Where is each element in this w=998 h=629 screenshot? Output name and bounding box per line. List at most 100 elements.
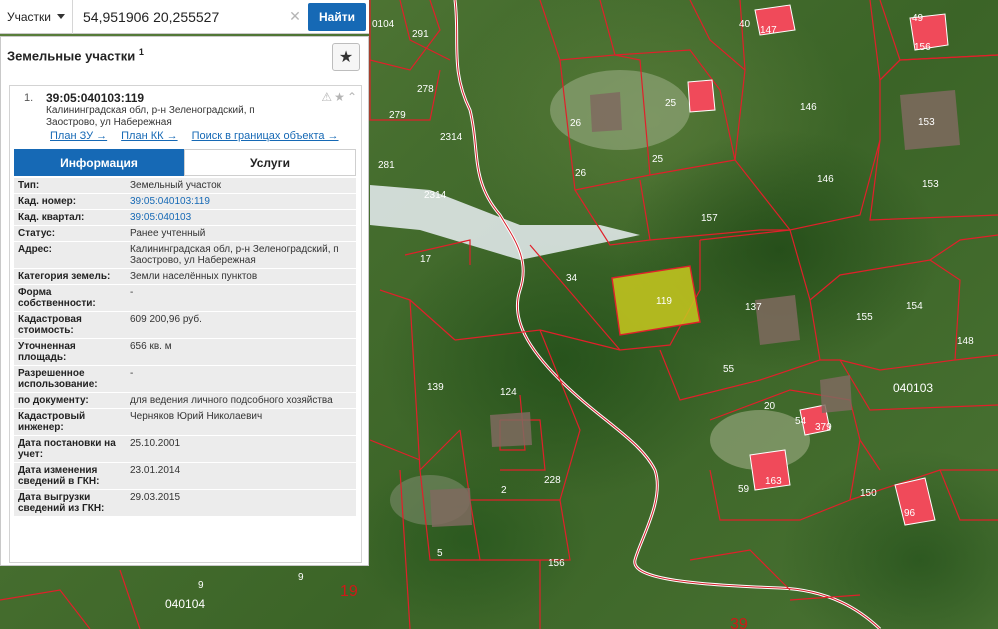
card-icons: ⚠ ★ ⌃ xyxy=(321,90,357,104)
attribute-row: Форма собственности: - xyxy=(14,285,356,311)
attribute-row: Кад. номер: 39:05:040103:119 xyxy=(14,194,356,209)
attribute-key: Тип: xyxy=(14,178,126,193)
attribute-link[interactable]: 39:05:040103 xyxy=(126,210,356,225)
svg-text:137: 137 xyxy=(745,302,762,313)
search-input[interactable] xyxy=(73,0,284,34)
svg-text:2314: 2314 xyxy=(440,132,463,143)
parcel-label-39: 39 xyxy=(730,616,748,629)
svg-text:154: 154 xyxy=(906,301,923,312)
svg-text:278: 278 xyxy=(417,84,434,95)
svg-text:25: 25 xyxy=(665,98,677,109)
link-search-within[interactable]: Поиск в границах объекта → xyxy=(192,130,339,142)
attribute-value: Земельный участок xyxy=(126,178,356,193)
link-plan-zu[interactable]: План ЗУ → xyxy=(50,130,107,142)
attribute-value: - xyxy=(126,366,356,392)
attribute-row: по документу: для ведения личного подсобн… xyxy=(14,393,356,408)
attribute-value: 23.01.2014 xyxy=(126,463,356,489)
attribute-row: Кадастровая стоимость: 609 200,96 руб. xyxy=(14,312,356,338)
result-index: 1. xyxy=(24,92,34,104)
tabs: Информация Услуги xyxy=(14,149,356,176)
attribute-key: Кад. номер: xyxy=(14,194,126,209)
svg-text:2: 2 xyxy=(501,485,507,496)
svg-text:26: 26 xyxy=(575,168,587,179)
attribute-value: для ведения личного подсобного хозяйства xyxy=(126,393,356,408)
attribute-key: Кад. квартал: xyxy=(14,210,126,225)
search-button[interactable]: Найти xyxy=(308,2,366,31)
chevron-down-icon xyxy=(57,14,65,19)
attribute-value: 656 кв. м xyxy=(126,339,356,365)
svg-text:9: 9 xyxy=(298,572,304,583)
svg-text:228: 228 xyxy=(544,475,561,486)
svg-text:155: 155 xyxy=(856,312,873,323)
parcel-label-19: 19 xyxy=(340,583,358,600)
tab-services[interactable]: Услуги xyxy=(184,149,356,176)
attribute-value: Калининградская обл, р-н Зеленоградский,… xyxy=(126,242,356,268)
search-type-dropdown[interactable]: Участки xyxy=(0,0,73,34)
attribute-key: Категория земель: xyxy=(14,269,126,284)
panel-title: Земельные участки 1 xyxy=(7,47,144,64)
attribute-row: Категория земель: Земли населённых пункто… xyxy=(14,269,356,284)
tab-information[interactable]: Информация xyxy=(14,149,184,176)
attribute-value: 25.10.2001 xyxy=(126,436,356,462)
svg-text:379: 379 xyxy=(815,422,832,433)
attribute-key: Дата выгрузки сведений из ГКН: xyxy=(14,490,126,516)
svg-text:153: 153 xyxy=(918,117,935,128)
svg-text:146: 146 xyxy=(800,102,817,113)
attribute-key: Уточненная площадь: xyxy=(14,339,126,365)
results-panel: Земельные участки 1 ★ 1. 39:05:040103:11… xyxy=(0,36,369,566)
attribute-key: Разрешенное использование: xyxy=(14,366,126,392)
svg-text:96: 96 xyxy=(904,508,916,519)
svg-text:156: 156 xyxy=(548,558,565,569)
svg-text:146: 146 xyxy=(817,174,834,185)
svg-text:291: 291 xyxy=(412,29,429,40)
attribute-value: Земли населённых пунктов xyxy=(126,269,356,284)
attribute-key: Дата изменения сведений в ГКН: xyxy=(14,463,126,489)
attribute-row: Уточненная площадь: 656 кв. м xyxy=(14,339,356,365)
search-type-label: Участки xyxy=(7,9,51,24)
attribute-row: Разрешенное использование: - xyxy=(14,366,356,392)
attributes-table: Тип: Земельный участок Кад. номер: 39:05:04… xyxy=(14,177,356,517)
search-bar: Участки ✕ Найти xyxy=(0,0,369,34)
attribute-row: Кад. квартал: 39:05:040103 xyxy=(14,210,356,225)
svg-text:40: 40 xyxy=(739,19,751,30)
chevron-up-icon[interactable]: ⌃ xyxy=(347,90,357,104)
favorites-button[interactable]: ★ xyxy=(332,43,360,71)
svg-text:55: 55 xyxy=(723,364,735,375)
attribute-key: Адрес: xyxy=(14,242,126,268)
attribute-row: Дата изменения сведений в ГКН: 23.01.2014 xyxy=(14,463,356,489)
star-icon[interactable]: ★ xyxy=(334,90,345,104)
attribute-row: Адрес: Калининградская обл, р-н Зеленогра… xyxy=(14,242,356,268)
attribute-value: 609 200,96 руб. xyxy=(126,312,356,338)
attribute-value: - xyxy=(126,285,356,311)
result-card[interactable]: 1. 39:05:040103:119 Калининградская обл,… xyxy=(9,85,362,563)
svg-text:156: 156 xyxy=(914,42,931,53)
attribute-row: Тип: Земельный участок xyxy=(14,178,356,193)
cadastral-number[interactable]: 39:05:040103:119 xyxy=(46,91,144,105)
selected-parcel-label: 119 xyxy=(656,296,672,307)
attribute-row: Дата выгрузки сведений из ГКН: 29.03.2015 xyxy=(14,490,356,516)
link-plan-kk[interactable]: План КК → xyxy=(121,130,177,142)
svg-text:49: 49 xyxy=(912,13,924,24)
attribute-key: Форма собственности: xyxy=(14,285,126,311)
card-links: План ЗУ → План КК → Поиск в границах объ… xyxy=(50,130,339,142)
svg-text:17: 17 xyxy=(420,254,432,265)
svg-text:139: 139 xyxy=(427,382,444,393)
quarter-label: 040104 xyxy=(165,597,205,611)
attribute-value: 29.03.2015 xyxy=(126,490,356,516)
attribute-key: Дата постановки на учет: xyxy=(14,436,126,462)
close-icon[interactable]: ✕ xyxy=(284,0,306,34)
svg-text:153: 153 xyxy=(922,179,939,190)
attribute-key: Статус: xyxy=(14,226,126,241)
result-address: Калининградская обл, р-н Зеленоградский,… xyxy=(46,105,255,128)
svg-text:20: 20 xyxy=(764,401,776,412)
attribute-row: Кадастровый инженер: Черняков Юрий Никола… xyxy=(14,409,356,435)
attribute-link[interactable]: 39:05:040103:119 xyxy=(126,194,356,209)
star-icon: ★ xyxy=(338,49,354,66)
svg-text:5: 5 xyxy=(437,548,443,559)
svg-text:26: 26 xyxy=(570,118,582,129)
warning-icon[interactable]: ⚠ xyxy=(321,90,332,104)
svg-text:147: 147 xyxy=(760,25,777,36)
svg-text:2314: 2314 xyxy=(424,190,447,201)
attribute-key: Кадастровая стоимость: xyxy=(14,312,126,338)
attribute-key: Кадастровый инженер: xyxy=(14,409,126,435)
